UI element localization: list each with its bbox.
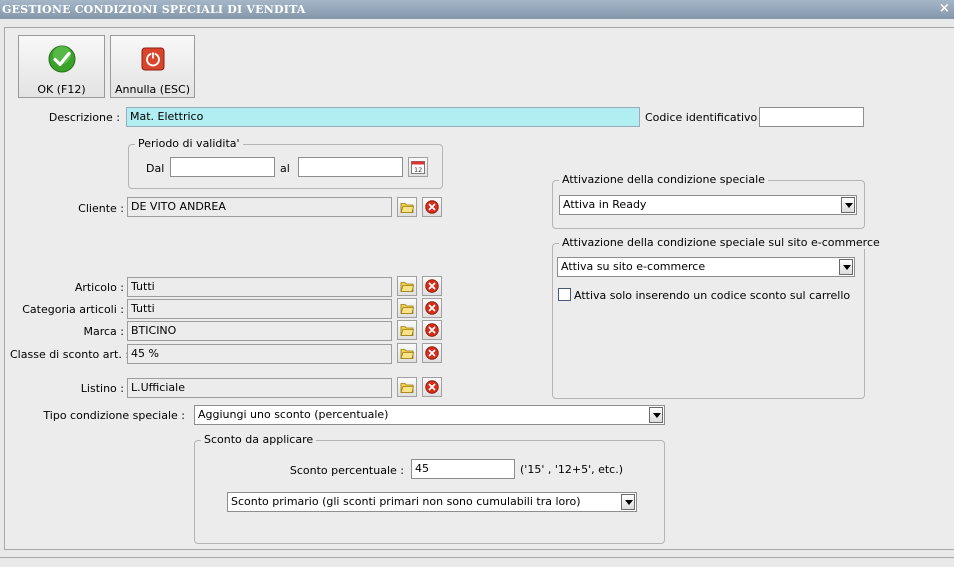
marca-label: Marca : (83, 325, 124, 338)
codice-input[interactable] (759, 107, 864, 127)
classe-clear-button[interactable] (422, 343, 442, 363)
chevron-down-icon[interactable] (841, 197, 855, 213)
listino-label: Listino : (80, 382, 124, 395)
sconto-legend: Sconto da applicare (201, 433, 317, 446)
descrizione-label: Descrizione : (48, 111, 120, 124)
categoria-clear-button[interactable] (422, 298, 442, 318)
marca-browse-button[interactable] (397, 320, 417, 340)
listino-browse-button[interactable] (397, 377, 417, 397)
ok-button[interactable]: OK (F12) (18, 35, 105, 98)
classe-input[interactable]: 45 % (127, 344, 392, 364)
articolo-label: Articolo : (74, 281, 124, 294)
cliente-clear-button[interactable] (422, 197, 442, 217)
marca-clear-button[interactable] (422, 320, 442, 340)
attivazione-select[interactable]: Attiva in Ready (559, 195, 857, 215)
sconto-percentuale-label: Sconto percentuale : (289, 464, 404, 477)
codice-label: Codice identificativo : (645, 111, 765, 124)
articolo-clear-button[interactable] (422, 276, 442, 296)
dal-label: Dal (146, 162, 165, 175)
codice-sconto-checkbox[interactable] (558, 288, 571, 301)
sconto-tipo-select[interactable]: Sconto primario (gli sconti primari non … (227, 492, 637, 512)
categoria-input[interactable]: Tutti (127, 299, 392, 319)
classe-browse-button[interactable] (397, 343, 417, 363)
checkmark-icon (48, 45, 75, 73)
close-icon[interactable]: × (939, 0, 950, 18)
folder-icon (400, 349, 414, 359)
chevron-down-icon[interactable] (649, 407, 663, 423)
ok-button-label: OK (F12) (37, 83, 86, 96)
cliente-label: Cliente : (78, 202, 124, 215)
delete-icon (425, 380, 439, 394)
delete-icon (425, 323, 439, 337)
folder-icon (400, 203, 414, 213)
sconto-hint: ('15' , '12+5', etc.) (520, 463, 623, 476)
cancel-button-label: Annulla (ESC) (115, 83, 190, 96)
articolo-browse-button[interactable] (397, 276, 417, 296)
classe-label: Classe di sconto art. : (10, 348, 130, 361)
listino-input[interactable]: L.Ufficiale (127, 378, 392, 398)
title-bar: GESTIONE CONDIZIONI SPECIALI DI VENDITA … (0, 0, 954, 19)
periodo-legend: Periodo di validita' (135, 137, 243, 150)
cliente-browse-button[interactable] (397, 197, 417, 217)
listino-clear-button[interactable] (422, 377, 442, 397)
status-divider (0, 557, 954, 558)
svg-text:12: 12 (414, 166, 422, 174)
folder-icon (400, 383, 414, 393)
sconto-percentuale-input[interactable]: 45 (411, 459, 515, 479)
attivazione-legend: Attivazione della condizione speciale (559, 173, 768, 186)
al-label: al (280, 162, 290, 175)
calendar-icon: 12 (411, 161, 425, 174)
attivazione-web-select[interactable]: Attiva su sito e-commerce (557, 257, 855, 277)
tipo-select-value: Aggiungi uno sconto (percentuale) (198, 408, 389, 421)
delete-icon (425, 346, 439, 360)
articolo-input[interactable]: Tutti (127, 277, 392, 297)
cliente-input[interactable]: DE VITO ANDREA (127, 197, 392, 217)
delete-icon (425, 301, 439, 315)
dal-date-input[interactable] (170, 157, 275, 177)
attivazione-web-select-value: Attiva su sito e-commerce (561, 260, 706, 273)
codice-sconto-checkbox-label: Attiva solo inserendo un codice sconto s… (574, 289, 851, 302)
tipo-select[interactable]: Aggiungi uno sconto (percentuale) (194, 405, 665, 425)
power-icon (141, 47, 164, 71)
categoria-label: Categoria articoli : (22, 303, 124, 316)
delete-icon (425, 279, 439, 293)
folder-icon (400, 304, 414, 314)
marca-input[interactable]: BTICINO (127, 321, 392, 341)
sconto-tipo-value: Sconto primario (gli sconti primari non … (231, 495, 581, 508)
folder-icon (400, 326, 414, 336)
calendar-button[interactable]: 12 (408, 157, 428, 177)
tipo-label: Tipo condizione speciale : (43, 409, 185, 422)
descrizione-input[interactable]: Mat. Elettrico (126, 107, 640, 127)
cancel-button[interactable]: Annulla (ESC) (110, 35, 195, 98)
categoria-browse-button[interactable] (397, 298, 417, 318)
al-date-input[interactable] (298, 157, 403, 177)
attivazione-select-value: Attiva in Ready (563, 198, 647, 211)
folder-icon (400, 282, 414, 292)
delete-icon (425, 200, 439, 214)
chevron-down-icon[interactable] (621, 494, 635, 510)
chevron-down-icon[interactable] (839, 259, 853, 275)
window-title: GESTIONE CONDIZIONI SPECIALI DI VENDITA (2, 3, 306, 16)
attivazione-web-legend: Attivazione della condizione speciale su… (559, 236, 883, 249)
